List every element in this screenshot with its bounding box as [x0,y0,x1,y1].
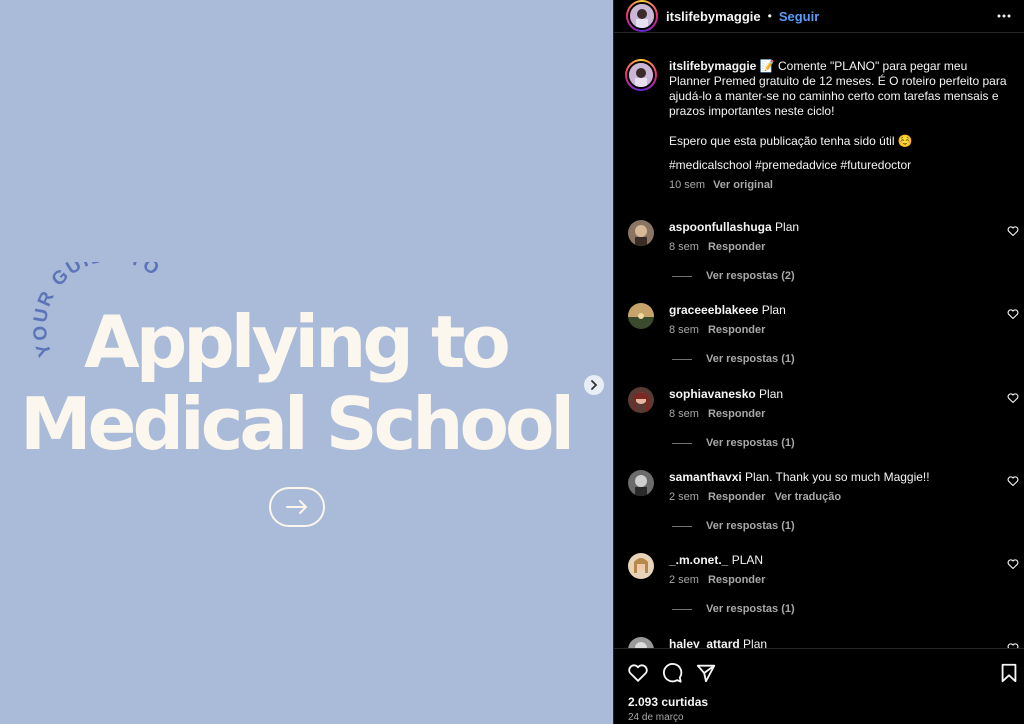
comment-icon[interactable] [661,662,683,684]
comment-username[interactable]: sophiavanesko [669,387,756,401]
comment-text: Plan [759,387,784,401]
next-slide-button[interactable] [584,375,604,395]
comment-time: 2 sem [669,491,699,503]
view-replies-button[interactable]: Ver respostas (1) [672,520,795,532]
comment-username[interactable]: aspoonfullashuga [669,220,772,234]
more-horizontal-icon[interactable] [996,8,1012,24]
comment-avatar[interactable] [628,220,654,246]
post-actions: 2.093 curtidas 24 de março [614,648,1024,724]
comment-item: haley_attard Plan [614,637,1024,648]
likes-count[interactable]: 2.093 curtidas [628,695,708,709]
view-replies-button[interactable]: Ver respostas (2) [672,270,795,282]
comment-avatar[interactable] [628,553,654,579]
headline-line-1: Applying to [84,300,511,384]
caption-meta: 10 sem Ver original [669,178,1009,193]
view-replies-label: Ver respostas (1) [706,520,795,532]
comment-avatar[interactable] [628,470,654,496]
comment-username[interactable]: samanthavxi [669,470,742,484]
reply-button[interactable]: Responder [708,408,765,420]
caption-avatar[interactable] [625,59,657,91]
post-header: itslifebymaggie • Seguir [614,0,1024,33]
arrow-right-icon [286,500,307,514]
send-icon[interactable] [695,662,717,684]
comment-text: Plan [761,303,786,317]
reply-button[interactable]: Responder [708,574,765,586]
view-replies-button[interactable]: Ver respostas (1) [672,437,795,449]
comment-text: Plan [743,637,768,648]
comment-item: samanthavxi Plan. Thank you so much Magg… [614,470,1024,550]
heart-icon[interactable] [1007,558,1019,570]
avatar[interactable] [626,0,658,32]
comment-time: 8 sem [669,324,699,336]
view-replies-label: Ver respostas (1) [706,437,795,449]
chevron-right-icon [591,380,598,390]
heart-icon[interactable] [1007,225,1019,237]
post-caption: itslifebymaggie 📝 Comente "PLANO" para p… [614,49,1024,193]
caption-username[interactable]: itslifebymaggie [669,59,756,73]
comment-text: PLAN [731,553,764,567]
heart-icon[interactable] [627,662,649,684]
caption-text-2: Espero que esta publicação tenha sido út… [669,134,913,148]
view-replies-label: Ver respostas (1) [706,353,795,365]
comment-item: sophiavanesko Plan 8 sem Responder Ver re… [614,387,1024,467]
header-username[interactable]: itslifebymaggie [666,9,761,24]
post-side-panel: itslifebymaggie • Seguir itslifebymaggie… [613,0,1024,724]
comment-username[interactable]: _.m.onet._ [669,553,728,567]
comment-text: Plan. Thank you so much Maggie!! [745,470,930,484]
comment-time: 8 sem [669,241,699,253]
view-replies-button[interactable]: Ver respostas (1) [672,603,795,615]
reply-button[interactable]: Responder [708,491,765,503]
reply-button[interactable]: Responder [708,241,765,253]
view-replies-label: Ver respostas (2) [706,270,795,282]
see-original-link[interactable]: Ver original [713,179,773,191]
comment-item: aspoonfullashuga Plan 8 sem Responder Ver… [614,220,1024,300]
follow-button[interactable]: Seguir [779,9,819,24]
comment-avatar[interactable] [628,303,654,329]
comment-item: _.m.onet._ PLAN 2 sem Responder Ver respo… [614,553,1024,633]
separator-dot: • [767,9,772,23]
comment-username[interactable]: graceeeblakeee [669,303,758,317]
cta-arrow-button[interactable] [269,487,325,527]
comment-avatar[interactable] [628,637,654,648]
heart-icon[interactable] [1007,308,1019,320]
translate-button[interactable]: Ver tradução [774,491,841,503]
comment-item: graceeeblakeee Plan 8 sem Responder Ver r… [614,303,1024,383]
post-date: 24 de março [628,712,684,723]
view-replies-label: Ver respostas (1) [706,603,795,615]
comments-scroll[interactable]: itslifebymaggie 📝 Comente "PLANO" para p… [614,49,1024,648]
comment-time: 8 sem [669,408,699,420]
comment-time: 2 sem [669,574,699,586]
heart-icon[interactable] [1007,392,1019,404]
comment-username[interactable]: haley_attard [669,637,740,648]
headline-line-2: Medical School [20,382,575,466]
view-replies-button[interactable]: Ver respostas (1) [672,353,795,365]
heart-icon[interactable] [1007,475,1019,487]
caption-time: 10 sem [669,179,706,191]
comment-avatar[interactable] [628,387,654,413]
reply-button[interactable]: Responder [708,324,765,336]
comment-text: Plan [775,220,800,234]
caption-hashtags[interactable]: #medicalschool #premedadvice #futuredoct… [669,158,1009,173]
bookmark-icon[interactable] [998,662,1020,684]
post-image: YOUR GUIDE TO Applying to Medical School [0,0,613,724]
